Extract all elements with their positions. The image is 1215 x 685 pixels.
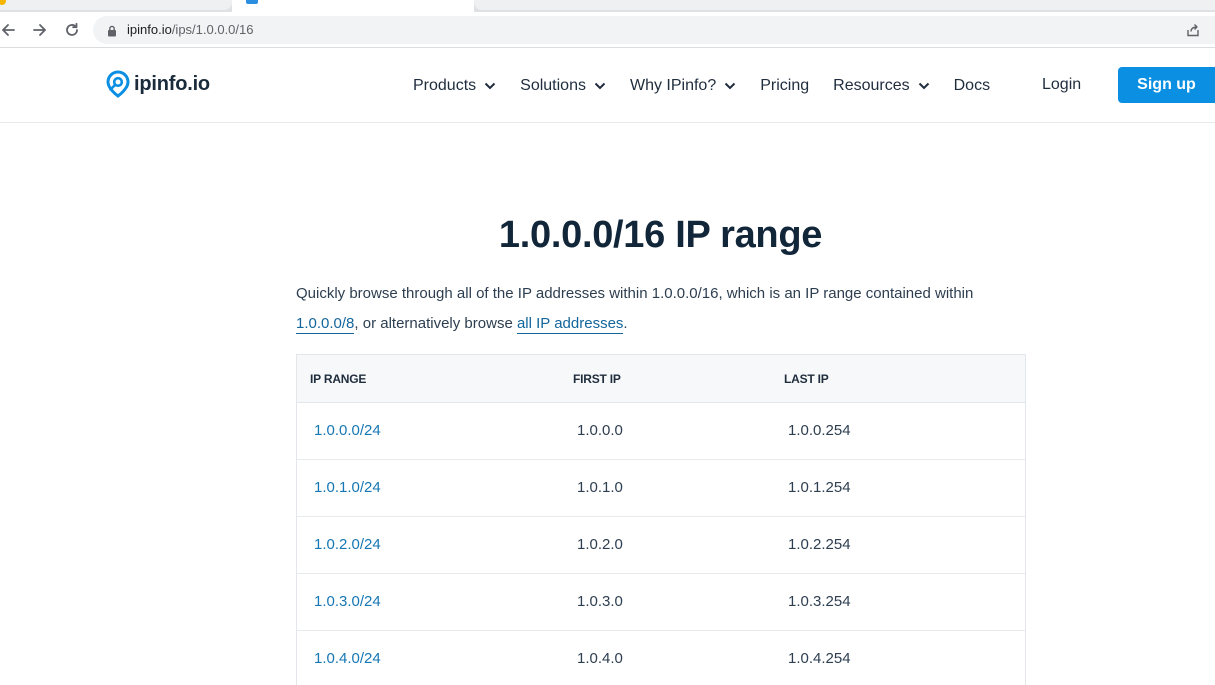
nav-pricing-label: Pricing bbox=[760, 76, 810, 94]
nav-why-ipinfo-label: Why IPinfo? bbox=[629, 76, 717, 94]
first-ip-cell: 1.0.4.0 bbox=[577, 650, 623, 667]
last-ip-cell: 1.0.0.254 bbox=[788, 422, 851, 439]
column-header-ip-range: IP RANGE bbox=[310, 372, 367, 386]
location-pin-icon bbox=[106, 70, 130, 98]
nav-products[interactable]: Products bbox=[413, 77, 496, 95]
tab-favicon bbox=[0, 0, 6, 5]
first-ip-cell: 1.0.3.0 bbox=[577, 593, 623, 610]
browser-tab-strip bbox=[0, 0, 1215, 12]
last-ip-cell: 1.0.2.254 bbox=[788, 536, 851, 553]
browser-tab-previous[interactable] bbox=[0, 0, 232, 10]
ip-range-link[interactable]: 1.0.4.0/24 bbox=[314, 650, 381, 667]
nav-solutions-label: Solutions bbox=[520, 76, 586, 94]
all-ip-addresses-link[interactable]: all IP addresses bbox=[516, 315, 624, 334]
first-ip-cell: 1.0.2.0 bbox=[577, 536, 623, 553]
chevron-down-icon bbox=[594, 82, 606, 89]
first-ip-cell: 1.0.1.0 bbox=[577, 479, 623, 496]
table-row: 1.0.3.0/24 1.0.3.0 1.0.3.254 bbox=[297, 574, 1025, 631]
column-header-first-ip: FIRST IP bbox=[573, 372, 621, 386]
table-row: 1.0.1.0/24 1.0.1.0 1.0.1.254 bbox=[297, 460, 1025, 517]
intro-middle: , or alternatively browse bbox=[354, 315, 517, 332]
ip-range-link[interactable]: 1.0.1.0/24 bbox=[314, 479, 381, 496]
address-bar[interactable]: ipinfo.io/ips/1.0.0.0/16 bbox=[93, 16, 1215, 44]
nav-solutions[interactable]: Solutions bbox=[520, 77, 606, 95]
url-text: ipinfo.io/ips/1.0.0.0/16 bbox=[127, 22, 254, 37]
logo[interactable]: ipinfo.io bbox=[106, 70, 210, 98]
nav-docs[interactable]: Docs bbox=[954, 77, 990, 95]
table-row: 1.0.2.0/24 1.0.2.0 1.0.2.254 bbox=[297, 517, 1025, 574]
tab-favicon bbox=[246, 0, 258, 4]
ip-range-link[interactable]: 1.0.0.0/24 bbox=[314, 422, 381, 439]
browser-toolbar: ipinfo.io/ips/1.0.0.0/16 bbox=[0, 12, 1215, 48]
nav-why-ipinfo[interactable]: Why IPinfo? bbox=[630, 77, 736, 95]
table-row: 1.0.0.0/24 1.0.0.0 1.0.0.254 bbox=[297, 403, 1025, 460]
table-header: IP RANGE FIRST IP LAST IP bbox=[297, 355, 1025, 403]
nav-docs-label: Docs bbox=[953, 76, 991, 94]
nav-resources[interactable]: Resources bbox=[833, 77, 929, 95]
intro-suffix: . bbox=[623, 315, 628, 332]
nav-resources-label: Resources bbox=[833, 76, 910, 94]
forward-icon[interactable] bbox=[28, 18, 52, 42]
page-title: 1.0.0.0/16 IP range bbox=[498, 214, 823, 256]
lock-icon bbox=[107, 24, 117, 42]
signup-button[interactable]: Sign up bbox=[1118, 67, 1215, 103]
chevron-down-icon bbox=[918, 82, 929, 89]
share-icon[interactable] bbox=[1185, 22, 1201, 43]
last-ip-cell: 1.0.1.254 bbox=[788, 479, 851, 496]
first-ip-cell: 1.0.0.0 bbox=[577, 422, 623, 439]
reload-icon[interactable] bbox=[60, 18, 84, 42]
table-row: 1.0.4.0/24 1.0.4.0 1.0.4.254 bbox=[297, 631, 1025, 685]
browser-tab-next[interactable] bbox=[474, 0, 1215, 10]
ip-range-table: IP RANGE FIRST IP LAST IP 1.0.0.0/24 1.0… bbox=[296, 354, 1026, 685]
ip-range-link[interactable]: 1.0.3.0/24 bbox=[314, 593, 381, 610]
intro-prefix: Quickly browse through all of the IP add… bbox=[296, 285, 974, 302]
nav-products-label: Products bbox=[413, 76, 477, 94]
last-ip-cell: 1.0.3.254 bbox=[788, 593, 851, 610]
chevron-down-icon bbox=[484, 82, 496, 89]
nav-pricing[interactable]: Pricing bbox=[760, 77, 809, 95]
intro-text: Quickly browse through all of the IP add… bbox=[296, 279, 1026, 339]
chevron-down-icon bbox=[725, 82, 736, 89]
main-nav: Products Solutions Why IPinfo? Pricing R… bbox=[413, 48, 1014, 123]
login-link[interactable]: Login bbox=[1042, 76, 1081, 94]
column-header-last-ip: LAST IP bbox=[784, 372, 829, 386]
back-icon[interactable] bbox=[0, 18, 20, 42]
browser-tab-active[interactable] bbox=[232, 0, 474, 12]
last-ip-cell: 1.0.4.254 bbox=[788, 650, 851, 667]
site-header: ipinfo.io Products Solutions Why IPinfo?… bbox=[0, 48, 1215, 123]
ip-range-link[interactable]: 1.0.2.0/24 bbox=[314, 536, 381, 553]
parent-range-link[interactable]: 1.0.0.0/8 bbox=[296, 315, 355, 334]
logo-text: ipinfo.io bbox=[134, 72, 210, 95]
